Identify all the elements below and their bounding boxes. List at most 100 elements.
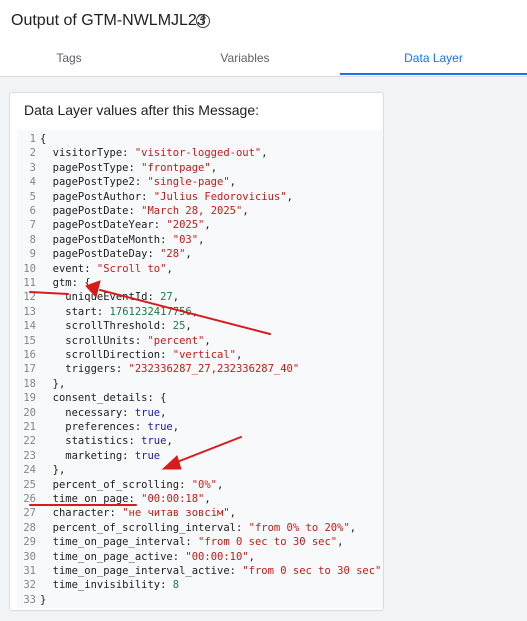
code-text: start: 1761232417756, [40,305,198,319]
code-line: 1{ [17,132,383,146]
code-line: 21 preferences: true, [17,420,383,434]
code-token: , [381,565,383,577]
help-circle-icon[interactable]: ? [196,14,210,28]
code-token: "28" [160,248,186,261]
code-viewer[interactable]: 1{2 visitorType: "visitor-logged-out", 3 … [17,130,383,608]
code-text: pagePostType2: "single-page", [40,175,236,189]
code-text: event: "Scroll to", [40,262,173,276]
code-line: 2 visitorType: "visitor-logged-out", [17,146,383,160]
line-number: 16 [23,349,36,361]
line-number: 31 [23,565,36,577]
code-token: pagePostDateYear: [40,219,167,232]
line-number: 11 [23,277,36,289]
line-number: 30 [23,550,36,563]
code-token: triggers: [40,363,129,376]
tab-tags[interactable]: Tags [0,44,138,76]
code-token: visitorType: [40,147,135,160]
code-token: scrollThreshold: [40,320,173,333]
line-number: 33 [23,593,36,606]
line-number: 6 [29,205,36,217]
code-token: time_on_page: [40,493,142,505]
code-line: 22 statistics: true, [17,434,383,448]
code-token: "0%" [191,478,218,491]
code-token: event: [40,262,97,275]
line-number: 13 [23,305,36,318]
code-text: time_on_page_active: "00:00:10", [40,550,255,564]
code-token: "percent" [147,334,205,347]
code-text: }, [40,377,66,391]
code-token: "vertical" [172,349,236,361]
code-line: 31 time_on_page_interval_active: "from 0… [17,564,383,578]
code-token: , [172,421,180,433]
line-number: 1 [29,133,36,145]
code-token: , [166,262,173,275]
code-line: 12 uniqueEventId: 27, [17,290,383,304]
code-token: "visitor-logged-out" [134,147,262,160]
code-line: 24 }, [17,463,383,477]
code-token: , [261,147,268,160]
code-token: }, [40,377,66,390]
code-token: , [160,406,167,419]
code-token: , [204,493,211,505]
code-token: "from 0% to 20%" [248,521,350,534]
line-number: 25 [23,478,36,491]
line-number: 19 [23,392,36,405]
code-line: 5 pagePostAuthor: "Julius Fedorovicius", [17,190,383,204]
code-text: gtm: { [40,276,91,290]
code-token: "Julius Fedorovicius" [153,190,287,203]
code-token: pagePostType: [40,161,142,174]
code-line: 29 time_on_page_interval: "from 0 sec to… [17,535,383,549]
code-token: true [141,435,167,448]
line-number: 4 [29,176,36,189]
code-line: 16 scrollDirection: "vertical", [17,348,383,362]
line-number: 5 [29,190,36,203]
code-token: necessary: [40,406,135,419]
line-number: 8 [29,233,36,246]
line-number: 32 [23,579,36,592]
code-token: { [40,133,47,145]
code-text: scrollUnits: "percent", [40,334,210,348]
code-line: 25 percent_of_scrolling: "0%", [17,478,383,492]
code-token: scrollDirection: [40,349,173,361]
code-token: percent_of_scrolling_interval: [40,521,249,534]
code-text: consent_details: { [40,391,167,405]
code-token: , [185,320,192,333]
code-text: marketing: true [40,449,160,463]
code-token: time_on_page_interval: [40,536,199,549]
code-token: 8 [172,579,180,592]
code-text: time_on_page_interval: "from 0 sec to 30… [40,535,344,549]
code-token: "from 0 sec to 30 sec" [242,565,382,577]
line-number: 21 [23,421,36,433]
code-line: 3 pagePostType: "frontpage", [17,161,383,175]
code-token: , [229,176,236,189]
code-line: 8 pagePostDateMonth: "03", [17,233,383,247]
code-token: "single-page" [147,176,230,189]
line-number: 14 [23,320,36,333]
code-token: "from 0 sec to 30 sec" [198,536,338,549]
code-text: percent_of_scrolling_interval: "from 0% … [40,521,356,535]
code-token: "Scroll to" [96,262,167,275]
code-token: , [217,478,224,491]
code-line: 18 }, [17,377,383,391]
code-token: }, [40,464,66,477]
code-token: , [210,161,218,174]
code-token: character: [40,507,123,520]
line-number: 20 [23,406,36,419]
code-line: 9 pagePostDateDay: "28", [17,247,383,261]
code-token: 27 [160,291,173,304]
tab-variables[interactable]: Variables [150,44,340,76]
data-layer-panel: Data Layer values after this Message: 1{… [9,92,384,611]
line-number: 23 [23,449,36,462]
tab-data-layer[interactable]: Data Layer [340,44,527,76]
code-text: time_on_page: "00:00:18", [40,492,211,506]
code-token: preferences: [40,421,148,433]
tab-bar: Tags Variables Data Layer [0,44,527,77]
code-token: , [235,349,243,361]
code-token: , [229,507,236,520]
code-text: pagePostDateYear: "2025", [40,218,211,232]
code-line: 4 pagePostType2: "single-page", [17,175,383,189]
code-token: start: [40,305,110,318]
code-line: 6 pagePostDate: "March 28, 2025", [17,204,383,218]
code-token: true [134,449,161,462]
code-line: 26 time_on_page: "00:00:18", [17,492,383,506]
